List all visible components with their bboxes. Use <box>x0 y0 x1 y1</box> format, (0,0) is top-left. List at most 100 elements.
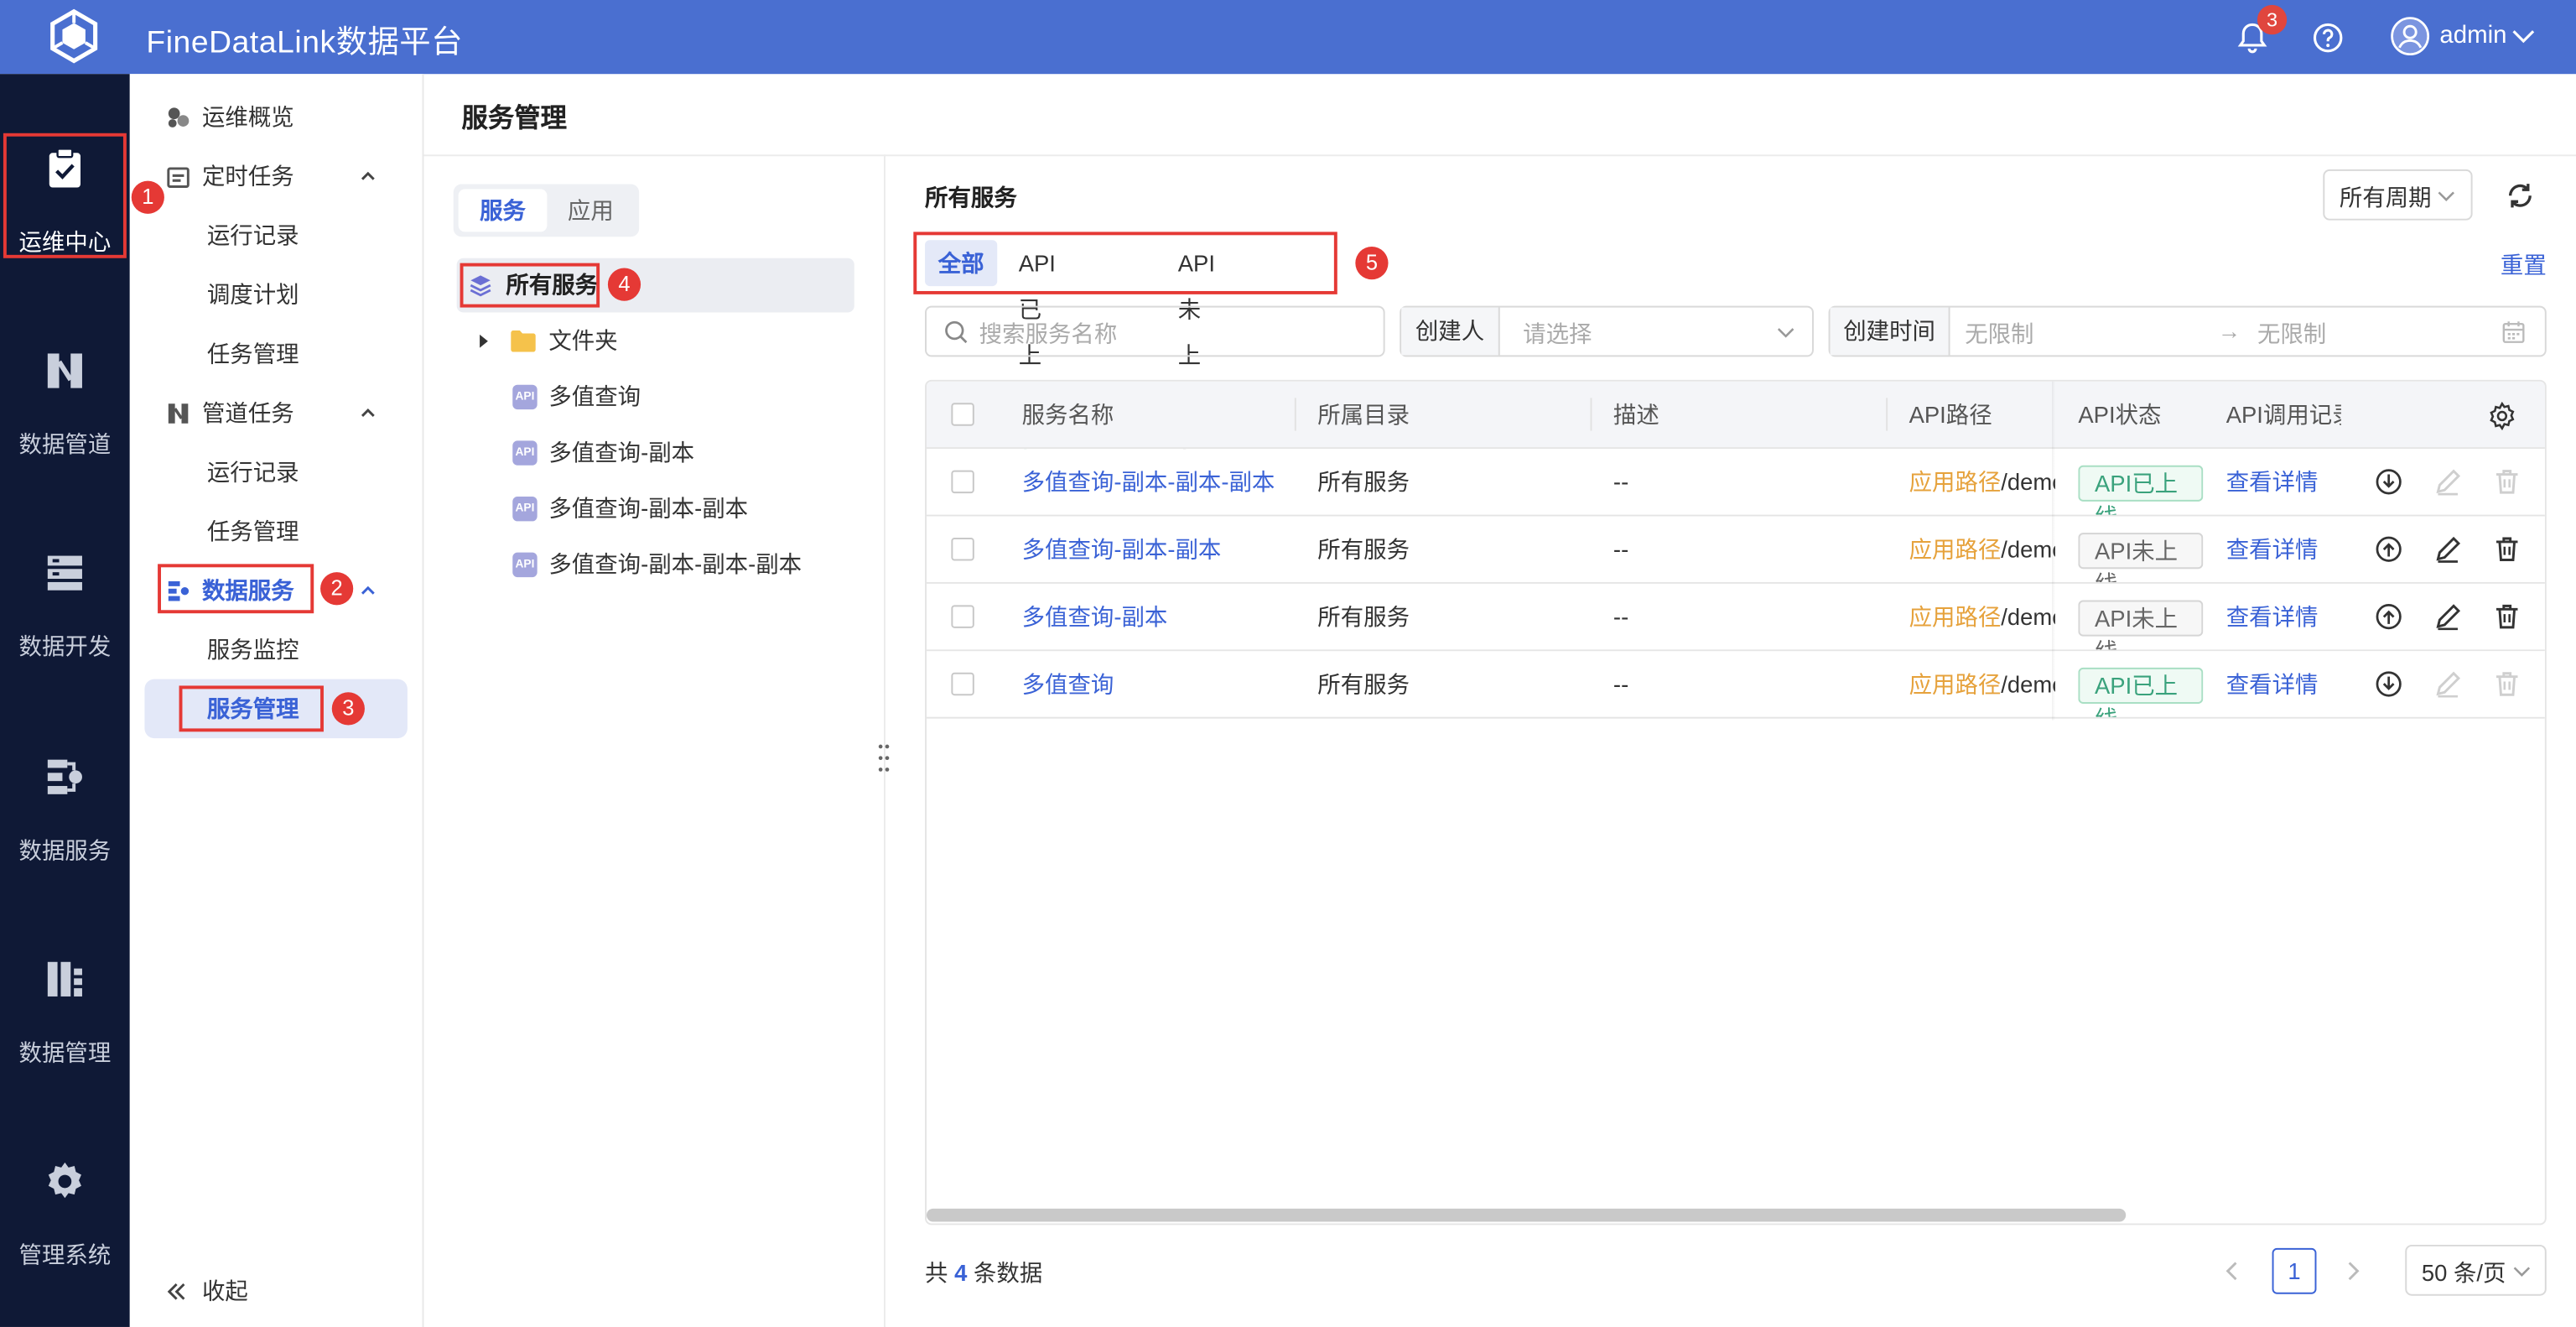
pipeline-icon <box>168 403 189 424</box>
time-arrow: → <box>2217 317 2241 344</box>
publish-icon[interactable] <box>2374 601 2403 631</box>
select-all-checkbox[interactable] <box>951 403 974 426</box>
server-stack-icon <box>47 555 82 591</box>
status-cell: API已上线 <box>2078 449 2204 515</box>
chevron-down-icon <box>1777 328 1794 338</box>
nav-item-pipeline-run-record[interactable]: 运行记录 <box>130 442 424 502</box>
tree-item-service[interactable]: API 多值查询 <box>512 372 854 421</box>
row-checkbox[interactable] <box>951 605 974 628</box>
fixed-columns: API未上线查看详情 <box>2054 516 2545 582</box>
fixed-columns: API未上线查看详情 <box>2054 583 2545 650</box>
page-size-select[interactable]: 50 条/页 <box>2405 1244 2547 1296</box>
tree-item-service[interactable]: API 多值查询-副本 <box>512 428 854 477</box>
nav-item-overview[interactable]: 运维概览 <box>130 87 424 147</box>
annotation-box-4 <box>460 263 600 308</box>
row-checkbox[interactable] <box>951 538 974 561</box>
tree-item-service[interactable]: API 多值查询-副本-副本 <box>512 483 854 533</box>
nav-item-scheduled-run-record[interactable]: 运行记录 <box>130 206 424 265</box>
nav-item-pipeline-task-manage[interactable]: 任务管理 <box>130 502 424 561</box>
view-detail-link[interactable]: 查看详情 <box>2226 517 2319 582</box>
api-path-cell: 应用路径/demo <box>1909 517 2055 582</box>
segment-apps[interactable]: 应用 <box>547 189 634 232</box>
status-cell: API已上线 <box>2078 651 2204 717</box>
nav-label: 运维概览 <box>201 103 294 130</box>
panel-title: 所有服务 <box>925 184 1017 211</box>
api-path-cell: 应用路径/demo <box>1909 449 2055 514</box>
rail-item-system[interactable]: 管理系统 <box>0 1137 130 1318</box>
table-row[interactable]: 多值查询-副本-副本-副本所有服务--应用路径/demoAPI已上线查看详情 <box>926 449 2545 517</box>
panel-resize-handle-icon[interactable] <box>877 743 891 773</box>
nav-label: 服务监控 <box>206 636 299 664</box>
edit-icon[interactable] <box>2433 534 2463 564</box>
page-number-button[interactable]: 1 <box>2272 1247 2317 1294</box>
caret-right-icon <box>480 334 488 348</box>
service-name-link[interactable]: 多值查询-副本 <box>1022 584 1293 649</box>
app-logo-icon <box>50 8 98 64</box>
create-time-range[interactable]: 创建时间 无限制 → 无限制 <box>1828 305 2547 357</box>
rail-item-data-dev[interactable]: 数据开发 <box>0 528 130 709</box>
double-chevron-left-icon <box>167 1283 185 1300</box>
api-icon: API <box>512 552 538 578</box>
table-row[interactable]: 多值查询-副本-副本所有服务--应用路径/demoAPI未上线查看详情 <box>926 516 2545 584</box>
tree-item-service[interactable]: API 多值查询-副本-副本-副本 <box>512 539 854 589</box>
nav-group-pipeline-task[interactable]: 管道任务 <box>130 383 424 443</box>
offline-icon[interactable] <box>2374 467 2403 497</box>
nav-collapse[interactable]: 收起 <box>130 1262 424 1321</box>
row-checkbox[interactable] <box>951 672 974 696</box>
nav-group-scheduled-task[interactable]: 定时任务 <box>130 146 424 206</box>
period-select[interactable]: 所有周期 <box>2323 169 2473 221</box>
column-divider <box>1590 398 1592 431</box>
offline-icon[interactable] <box>2374 669 2403 699</box>
table-header: 服务名称 所属目录 描述 API路径 API状态 API调用记录 <box>926 381 2545 450</box>
view-detail-link[interactable]: 查看详情 <box>2226 584 2319 649</box>
directory-cell: 所有服务 <box>1317 468 1410 496</box>
annotation-marker-1: 1 <box>131 180 164 214</box>
refresh-icon[interactable] <box>2504 180 2537 212</box>
help-icon[interactable] <box>2310 20 2346 56</box>
annotation-marker-3: 3 <box>331 692 365 726</box>
trash-icon[interactable] <box>2492 601 2521 631</box>
service-name-link[interactable]: 多值查询 <box>1022 651 1293 716</box>
nav-item-scheduled-task-manage[interactable]: 任务管理 <box>130 324 424 383</box>
top-bar: FineDataLink数据平台 3 admin <box>0 0 2576 75</box>
search-input[interactable]: 搜索服务名称 <box>925 305 1385 357</box>
search-icon <box>945 320 968 344</box>
service-name-link[interactable]: 多值查询-副本-副本 <box>1022 517 1293 582</box>
service-name-link[interactable]: 多值查询-副本-副本-副本 <box>1022 449 1293 514</box>
chevron-down-icon[interactable] <box>2511 26 2537 46</box>
table-row[interactable]: 多值查询所有服务--应用路径/demoAPI已上线查看详情 <box>926 651 2545 719</box>
segment-services[interactable]: 服务 <box>458 189 548 232</box>
publish-icon[interactable] <box>2374 534 2403 564</box>
trash-icon[interactable] <box>2492 534 2521 564</box>
annotation-box-5 <box>913 232 1337 294</box>
fixed-columns: API已上线查看详情 <box>2054 651 2545 717</box>
rail-label: 管理系统 <box>18 1241 112 1268</box>
gear-icon[interactable] <box>2487 401 2516 431</box>
api-icon: API <box>512 497 538 522</box>
rail-item-data-pipeline[interactable]: 数据管道 <box>0 325 130 507</box>
edit-icon <box>2433 467 2463 497</box>
app-root: FineDataLink数据平台 3 admin 运维中心 数据管道 数据开发 … <box>0 0 2576 1327</box>
nav-item-scheduled-plan[interactable]: 调度计划 <box>130 265 424 325</box>
creator-select[interactable]: 创建人 请选择 <box>1400 305 1814 357</box>
view-detail-link[interactable]: 查看详情 <box>2226 651 2319 716</box>
nav-label: 任务管理 <box>206 340 299 367</box>
rail-item-data-service[interactable]: 数据服务 <box>0 731 130 913</box>
tree-item-folder[interactable]: 文件夹 <box>476 315 854 365</box>
row-checkbox[interactable] <box>951 470 974 494</box>
tree-label: 文件夹 <box>548 327 618 354</box>
rail-item-data-manage[interactable]: 数据管理 <box>0 934 130 1115</box>
avatar[interactable] <box>2391 17 2430 56</box>
horizontal-scrollbar[interactable] <box>926 1208 2127 1222</box>
chevron-left-icon[interactable] <box>2220 1258 2246 1284</box>
chevron-right-icon[interactable] <box>2340 1258 2366 1284</box>
nav-item-service-monitor[interactable]: 服务监控 <box>130 620 424 679</box>
nav-label: 任务管理 <box>206 518 299 544</box>
edit-icon[interactable] <box>2433 601 2463 631</box>
username[interactable]: admin <box>2439 21 2506 49</box>
table-row[interactable]: 多值查询-副本所有服务--应用路径/demoAPI未上线查看详情 <box>926 583 2545 652</box>
view-detail-link[interactable]: 查看详情 <box>2226 449 2319 514</box>
chevron-up-icon <box>361 409 375 417</box>
reset-button[interactable]: 重置 <box>2501 248 2547 281</box>
module-rail: 运维中心 数据管道 数据开发 数据服务 数据管理 管理系统 <box>0 74 130 1327</box>
